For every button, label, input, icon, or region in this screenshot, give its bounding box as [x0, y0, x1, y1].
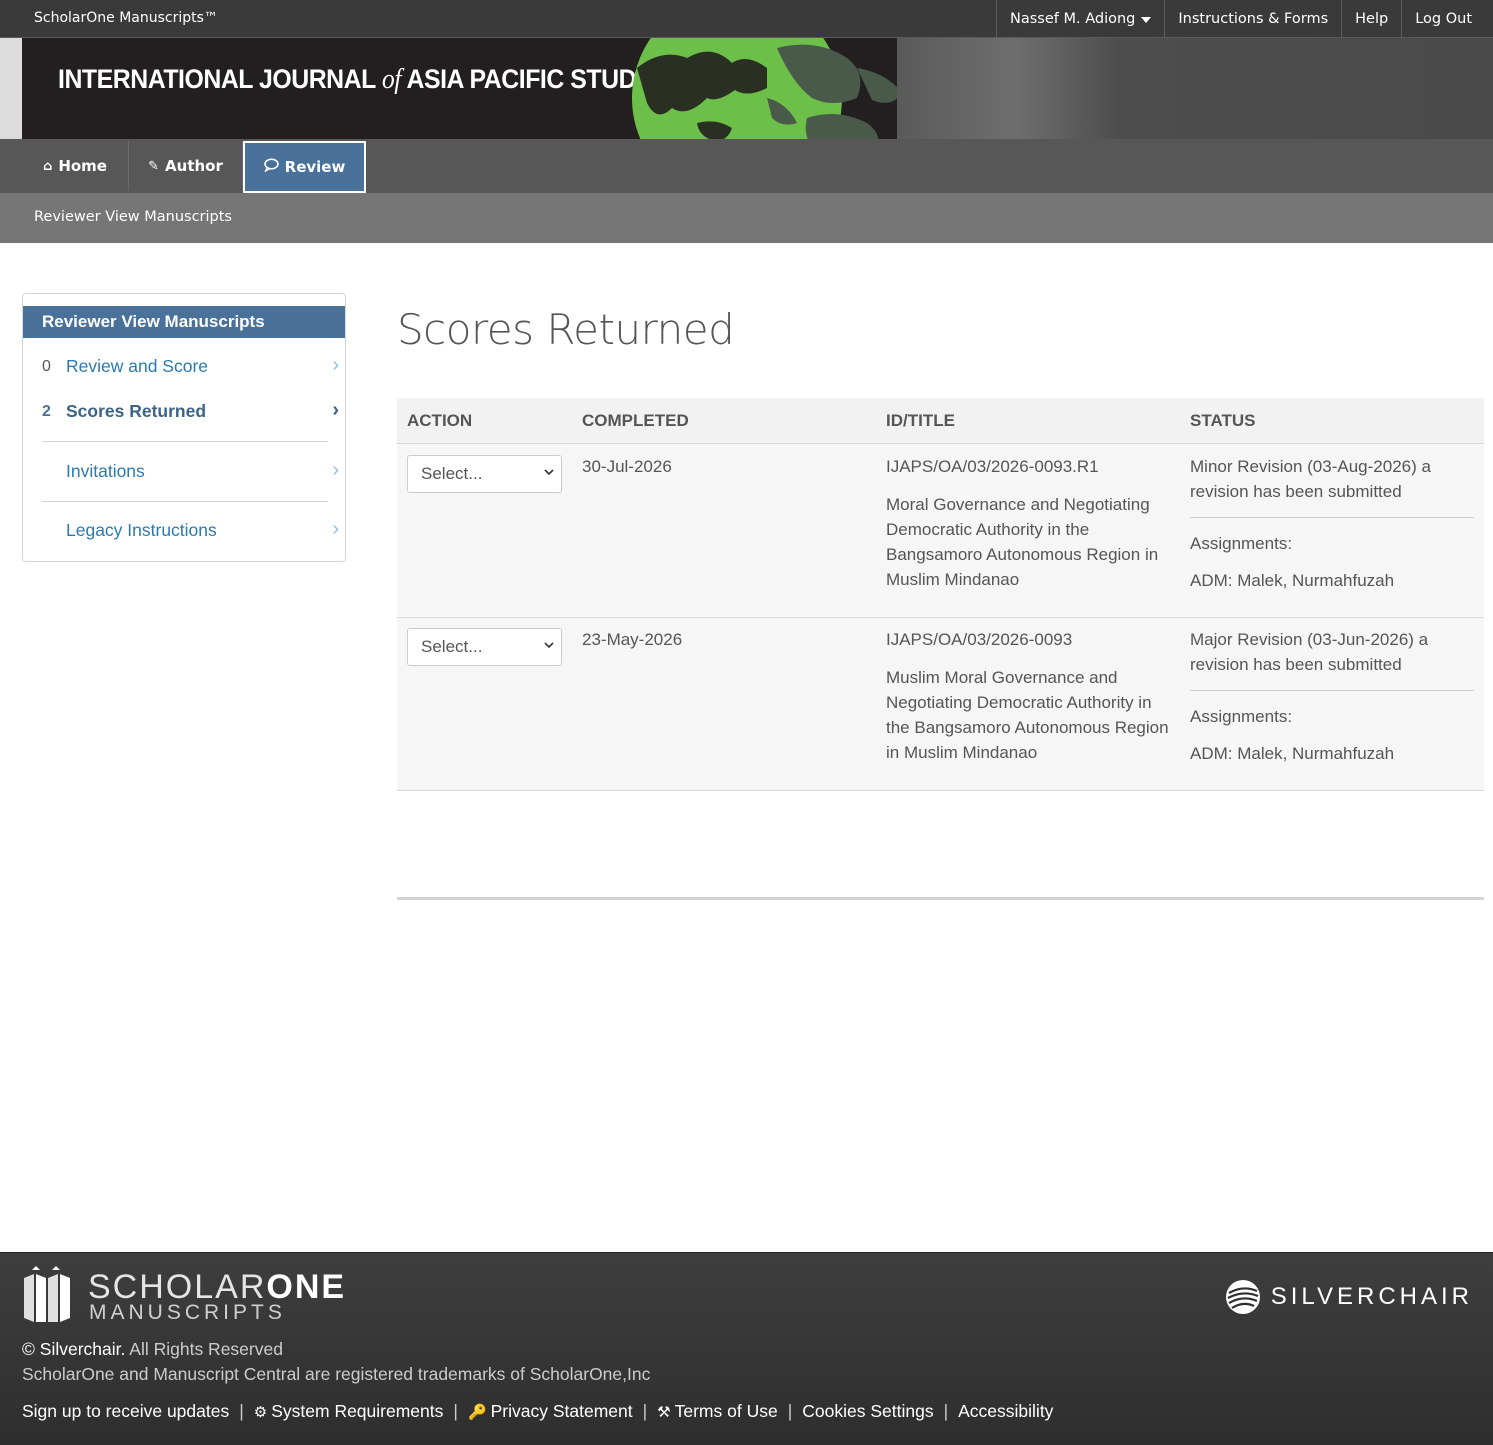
- footer: SCHOLARONE MANUSCRIPTS SILVERCHAIR © Sil…: [0, 1252, 1493, 1445]
- chevron-right-icon: ›: [332, 399, 339, 421]
- assignment-value: ADM: Malek, Nurmahfuzah: [1190, 571, 1395, 590]
- chevron-down-icon: [544, 642, 554, 649]
- page-title: Scores Returned: [397, 305, 735, 354]
- main-nav: ⌂ Home ✎ Author Review: [0, 139, 1493, 193]
- chevron-right-icon: ›: [332, 354, 339, 376]
- system-requirements-link[interactable]: System Requirements: [271, 1401, 443, 1422]
- globe-map-image: [632, 38, 897, 139]
- accessibility-link[interactable]: Accessibility: [958, 1401, 1053, 1422]
- copyright: © Silverchair. All Rights Reserved: [22, 1339, 283, 1359]
- column-header-id-title: ID/TITLE: [886, 411, 955, 430]
- breadcrumb: Reviewer View Manuscripts: [0, 193, 1493, 243]
- sidebar-item-label: Review and Score: [66, 356, 209, 376]
- scholarone-logo-icon: [24, 1266, 70, 1322]
- action-select[interactable]: Select...: [407, 455, 562, 493]
- nav-home[interactable]: ⌂ Home: [22, 141, 129, 191]
- chevron-right-icon: ›: [332, 459, 339, 481]
- logout-link[interactable]: Log Out: [1401, 0, 1493, 38]
- status-text: Major Revision (03-Jun-2026) a revision …: [1190, 630, 1429, 674]
- assignments-label: Assignments:: [1190, 707, 1293, 726]
- privacy-statement-link[interactable]: Privacy Statement: [491, 1401, 633, 1422]
- assignments-label: Assignments:: [1190, 534, 1293, 553]
- cookies-settings-link[interactable]: Cookies Settings: [802, 1401, 933, 1422]
- sidebar-item-label: Invitations: [66, 461, 145, 481]
- top-bar: ScholarOne Manuscripts™ Nassef M. Adiong…: [0, 0, 1493, 38]
- sidebar-item-count: 2: [42, 403, 51, 420]
- table-row: Select... 23-May-2026 IJAPS/OA/03/2026-0…: [397, 618, 1484, 791]
- chevron-down-icon: [544, 469, 554, 476]
- nav-author[interactable]: ✎ Author: [129, 141, 243, 191]
- journal-title: INTERNATIONAL JOURNAL of ASIA PACIFIC ST…: [58, 64, 675, 95]
- brand-name: ScholarOne Manuscripts™: [34, 10, 218, 26]
- silverchair-link[interactable]: Silverchair.: [40, 1339, 126, 1359]
- pencil-icon: ✎: [148, 158, 160, 174]
- caret-down-icon: [1141, 17, 1152, 23]
- silverchair-icon: [1225, 1280, 1260, 1314]
- instructions-forms-link[interactable]: Instructions & Forms: [1164, 0, 1341, 38]
- breadcrumb-label: Reviewer View Manuscripts: [34, 209, 232, 225]
- signup-link[interactable]: Sign up to receive updates: [22, 1401, 229, 1422]
- sidebar: Reviewer View Manuscripts 0 Review and S…: [22, 293, 346, 562]
- chevron-right-icon: ›: [332, 518, 339, 540]
- sidebar-item-count: 0: [42, 358, 51, 375]
- user-name: Nassef M. Adiong: [1010, 11, 1136, 27]
- table-header: ACTION COMPLETED ID/TITLE STATUS: [397, 398, 1484, 444]
- column-header-action: ACTION: [407, 411, 473, 430]
- completed-date: 23-May-2026: [582, 630, 683, 649]
- assignment-value: ADM: Malek, Nurmahfuzah: [1190, 744, 1395, 763]
- speech-bubble-icon: [263, 158, 279, 176]
- divider: [1190, 690, 1474, 691]
- sidebar-item-legacy-instructions[interactable]: Legacy Instructions ›: [42, 518, 339, 548]
- footer-links: Sign up to receive updates | ⚙ System Req…: [22, 1401, 1054, 1422]
- action-select[interactable]: Select...: [407, 628, 562, 666]
- silverchair-wordmark: SILVERCHAIR: [1270, 1283, 1473, 1310]
- manuscript-id: IJAPS/OA/03/2026-0093: [886, 630, 1073, 649]
- gavel-icon: ⚒: [657, 1403, 671, 1421]
- sidebar-item-review-and-score[interactable]: 0 Review and Score ›: [42, 354, 339, 384]
- status-text: Minor Revision (03-Aug-2026) a revision …: [1190, 457, 1431, 501]
- completed-date: 30-Jul-2026: [582, 457, 672, 476]
- journal-logo: INTERNATIONAL JOURNAL of ASIA PACIFIC ST…: [22, 38, 897, 139]
- column-header-completed: COMPLETED: [582, 411, 689, 430]
- manuscript-id: IJAPS/OA/03/2026-0093.R1: [886, 457, 1099, 476]
- manuscripts-wordmark: MANUSCRIPTS: [89, 1301, 286, 1324]
- sidebar-heading: Reviewer View Manuscripts: [23, 306, 345, 338]
- manuscript-title: Moral Governance and Negotiating Democra…: [886, 495, 1159, 589]
- sidebar-item-label: Legacy Instructions: [66, 520, 217, 540]
- gears-icon: ⚙: [253, 1403, 268, 1421]
- home-icon: ⌂: [43, 158, 53, 174]
- key-icon: 🔑: [467, 1403, 487, 1421]
- sidebar-item-scores-returned[interactable]: 2 Scores Returned ›: [42, 399, 339, 429]
- nav-review[interactable]: Review: [243, 141, 366, 193]
- trademark-notice: ScholarOne and Manuscript Central are re…: [22, 1364, 651, 1384]
- sidebar-item-invitations[interactable]: Invitations ›: [42, 459, 339, 489]
- column-header-status: STATUS: [1190, 411, 1256, 430]
- journal-banner: INTERNATIONAL JOURNAL of ASIA PACIFIC ST…: [0, 38, 1493, 139]
- divider: [42, 441, 328, 442]
- divider: [42, 501, 328, 502]
- user-menu[interactable]: Nassef M. Adiong: [996, 0, 1164, 38]
- terms-of-use-link[interactable]: Terms of Use: [675, 1401, 778, 1422]
- top-links: Nassef M. Adiong Instructions & Forms He…: [996, 0, 1493, 38]
- table-row: Select... 30-Jul-2026 IJAPS/OA/03/2026-0…: [397, 444, 1484, 618]
- sidebar-item-label: Scores Returned: [66, 401, 207, 421]
- table-bottom-rule: [397, 897, 1484, 900]
- divider: [1190, 517, 1474, 518]
- silverchair-logo: SILVERCHAIR: [1225, 1279, 1473, 1315]
- manuscript-title: Muslim Moral Governance and Negotiating …: [886, 668, 1169, 762]
- help-link[interactable]: Help: [1341, 0, 1401, 38]
